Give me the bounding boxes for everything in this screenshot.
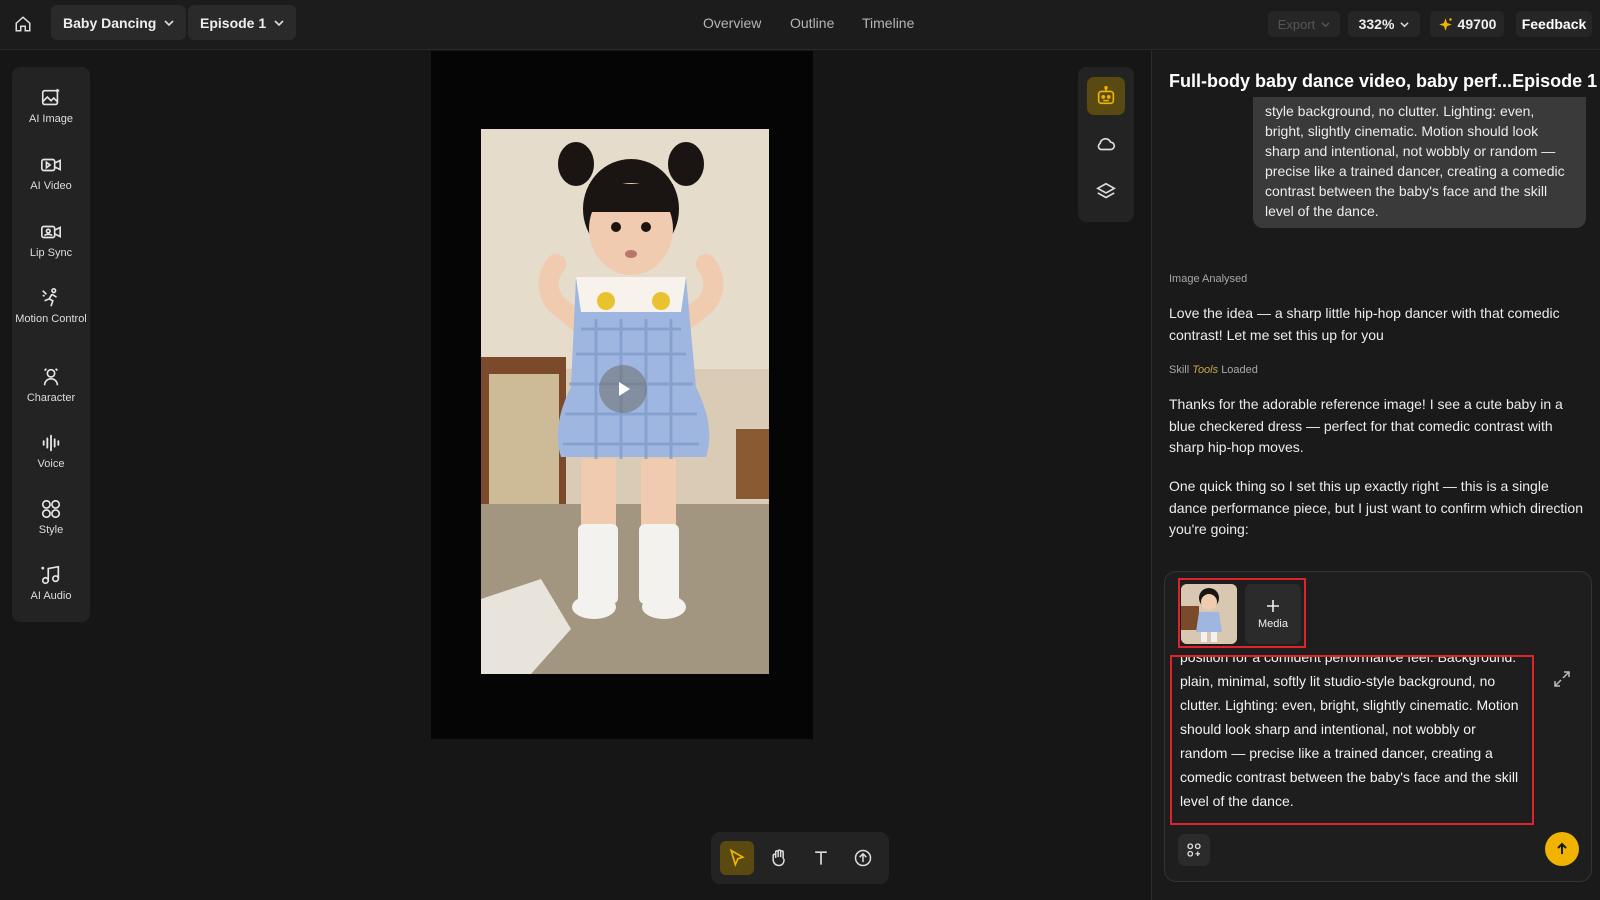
cloud-button[interactable] xyxy=(1087,125,1125,163)
robot-icon xyxy=(1097,86,1115,105)
tool-style[interactable]: Style xyxy=(12,498,90,537)
chevron-down-icon xyxy=(1400,21,1410,27)
project-selector[interactable]: Baby Dancing xyxy=(51,5,187,40)
tool-label: AI Video xyxy=(30,180,72,192)
tool-lip-sync[interactable]: Lip Sync xyxy=(12,221,90,260)
tab-timeline[interactable]: Timeline xyxy=(862,15,914,31)
tool-character[interactable]: Character xyxy=(12,366,90,405)
chevron-down-icon xyxy=(1321,21,1330,27)
send-button[interactable] xyxy=(1545,832,1579,866)
prompt-input-text: position for a confident performance fee… xyxy=(1180,655,1519,809)
zoom-level: 332% xyxy=(1358,16,1395,32)
credits-button[interactable]: 49700 xyxy=(1430,11,1504,37)
select-tool-button[interactable] xyxy=(720,841,754,875)
credits-count: 49700 xyxy=(1457,16,1497,32)
home-button[interactable] xyxy=(10,11,36,37)
tool-motion-control[interactable]: Motion Control xyxy=(12,287,90,326)
ai-video-icon xyxy=(41,158,61,172)
user-message-text: style background, no clutter. Lighting: … xyxy=(1265,103,1565,219)
skills-button[interactable] xyxy=(1178,834,1210,866)
attached-image-thumbnail[interactable] xyxy=(1181,584,1237,644)
ai-image-icon xyxy=(41,88,60,106)
skills-icon xyxy=(1187,843,1201,857)
text-tool-button[interactable] xyxy=(804,841,838,875)
text-icon xyxy=(815,851,827,865)
voice-icon xyxy=(42,434,60,452)
tool-label: Voice xyxy=(37,458,65,470)
user-message-bubble: style background, no clutter. Lighting: … xyxy=(1253,97,1586,228)
tool-label: Lip Sync xyxy=(29,247,73,259)
upload-icon xyxy=(854,849,872,867)
expand-icon xyxy=(1554,671,1570,687)
skill-tools: Tools xyxy=(1192,364,1219,376)
hand-icon xyxy=(772,849,785,867)
hand-tool-button[interactable] xyxy=(762,841,796,875)
pointer-icon xyxy=(729,848,745,868)
episode-name: Episode 1 xyxy=(200,14,267,31)
tool-label: Style xyxy=(38,524,64,536)
tool-ai-image[interactable]: AI Image xyxy=(12,87,90,126)
chat-title: Full-body baby dance video, baby perf...… xyxy=(1169,71,1598,92)
expand-button[interactable] xyxy=(1553,670,1571,688)
chat-title-text: Full-body baby dance video, baby perf... xyxy=(1169,71,1513,91)
export-label: Export xyxy=(1277,16,1316,32)
media-label: Media xyxy=(1258,618,1288,630)
assistant-message: One quick thing so I set this up exactly… xyxy=(1169,478,1583,537)
thumbnail-image xyxy=(1181,584,1237,644)
motion-control-icon xyxy=(42,288,57,307)
cloud-icon xyxy=(1097,137,1116,151)
sparkle-icon xyxy=(1438,17,1452,31)
tool-ai-video[interactable]: AI Video xyxy=(12,154,90,193)
tool-label: Motion Control xyxy=(15,313,87,325)
layers-button[interactable] xyxy=(1087,173,1125,211)
lip-sync-icon xyxy=(41,225,61,239)
skill-prefix: Skill xyxy=(1169,364,1190,376)
play-icon xyxy=(619,382,630,396)
agent-button[interactable] xyxy=(1087,77,1125,115)
status-skill-loaded: Skill Tools Loaded xyxy=(1169,364,1258,376)
zoom-selector[interactable]: 332% xyxy=(1348,11,1420,37)
top-bar: Baby Dancing Episode 1 Overview Outline … xyxy=(0,0,1600,50)
status-image-analysed: Image Analysed xyxy=(1169,273,1248,285)
skill-suffix: Loaded xyxy=(1221,364,1258,376)
prompt-input[interactable]: position for a confident performance fee… xyxy=(1170,655,1534,825)
feedback-button[interactable]: Feedback xyxy=(1516,11,1592,37)
tool-sidebar: AI Image AI Video Lip Sync Motion Contro… xyxy=(12,67,90,622)
upload-tool-button[interactable] xyxy=(846,841,880,875)
home-icon xyxy=(15,16,31,32)
tool-label: Character xyxy=(26,392,76,404)
chevron-down-icon xyxy=(274,19,284,26)
play-button[interactable] xyxy=(599,365,647,413)
assistant-message: Thanks for the adorable reference image!… xyxy=(1169,396,1563,455)
assistant-message: Love the idea — a sharp little hip-hop d… xyxy=(1169,305,1560,343)
tool-label: AI Image xyxy=(28,113,74,125)
chat-episode-tag: Episode 1 xyxy=(1512,71,1598,91)
project-name: Baby Dancing xyxy=(63,14,157,31)
ai-audio-icon xyxy=(41,565,60,585)
tool-voice[interactable]: Voice xyxy=(12,432,90,471)
style-icon xyxy=(41,499,61,519)
arrow-up-icon xyxy=(1557,842,1567,854)
tool-ai-audio[interactable]: AI Audio xyxy=(12,564,90,603)
tab-overview[interactable]: Overview xyxy=(703,15,761,31)
add-media-button[interactable]: Media xyxy=(1245,584,1301,644)
chevron-down-icon xyxy=(164,19,174,26)
layers-icon xyxy=(1096,182,1116,199)
tab-outline[interactable]: Outline xyxy=(790,15,834,31)
episode-selector[interactable]: Episode 1 xyxy=(188,5,297,40)
plus-icon xyxy=(1267,600,1279,612)
export-button[interactable]: Export xyxy=(1268,11,1340,37)
tool-label: AI Audio xyxy=(30,590,72,602)
character-icon xyxy=(43,368,59,386)
canvas-toolbar xyxy=(711,832,889,884)
canvas-side-tools xyxy=(1078,67,1134,222)
